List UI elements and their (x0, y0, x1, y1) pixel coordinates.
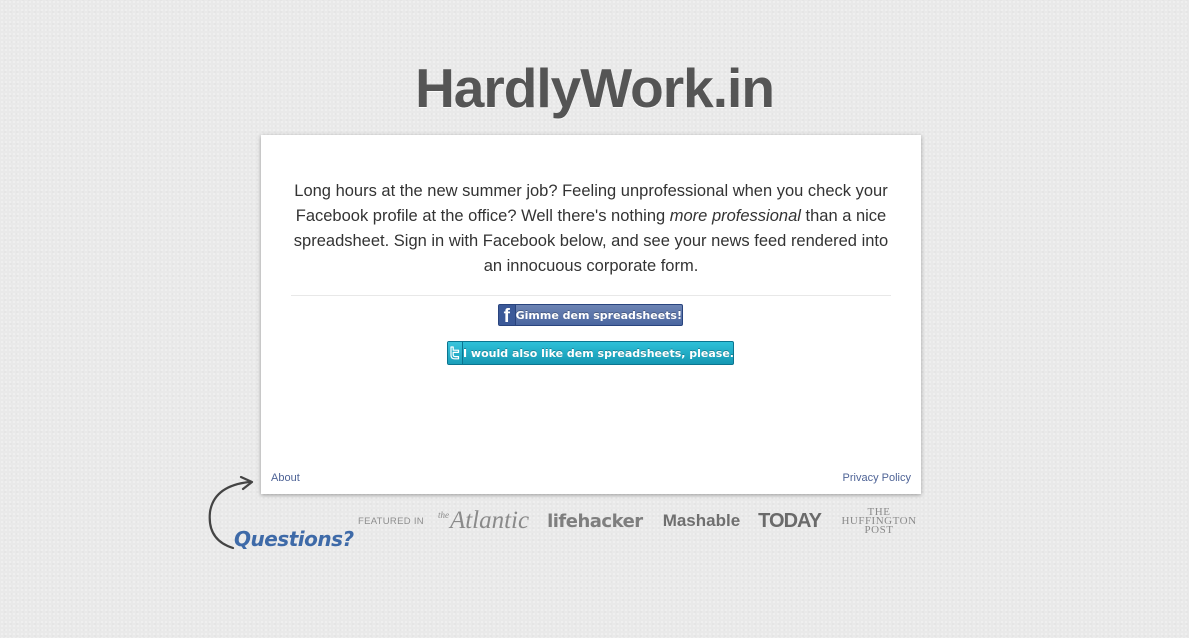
atlantic-logo: the Atlantic (437, 507, 530, 534)
main-card: Long hours at the new summer job? Feelin… (261, 135, 921, 494)
questions-link[interactable]: Questions? (234, 527, 354, 551)
today-logo: TODAY (758, 509, 822, 532)
featured-in-label: FEATURED IN (358, 515, 424, 527)
facebook-login-button[interactable]: f Gimme dem spreadsheets! (498, 304, 683, 326)
site-logo: HardlyWork.in (415, 57, 775, 119)
intro-text: Long hours at the new summer job? Feelin… (291, 179, 891, 279)
facebook-login-label: Gimme dem spreadsheets! (515, 308, 682, 322)
facebook-icon: f (499, 305, 516, 325)
huffington-post-logo: THE HUFFINGTON POST (841, 505, 917, 536)
twitter-login-label: I would also like dem spreadsheets, plea… (463, 346, 734, 360)
press-bar: FEATURED IN the Atlantic lifehacker Masha… (358, 503, 923, 539)
about-link[interactable]: About (271, 472, 300, 484)
intro-text-emphasis: more professional (669, 207, 801, 225)
twitter-login-button[interactable]: I would also like dem spreadsheets, plea… (447, 341, 734, 365)
twitter-icon (448, 342, 463, 364)
mashable-logo: Mashable (662, 511, 741, 530)
privacy-policy-link[interactable]: Privacy Policy (843, 472, 911, 484)
lifehacker-logo: lifehacker (547, 510, 643, 532)
divider (291, 295, 891, 296)
